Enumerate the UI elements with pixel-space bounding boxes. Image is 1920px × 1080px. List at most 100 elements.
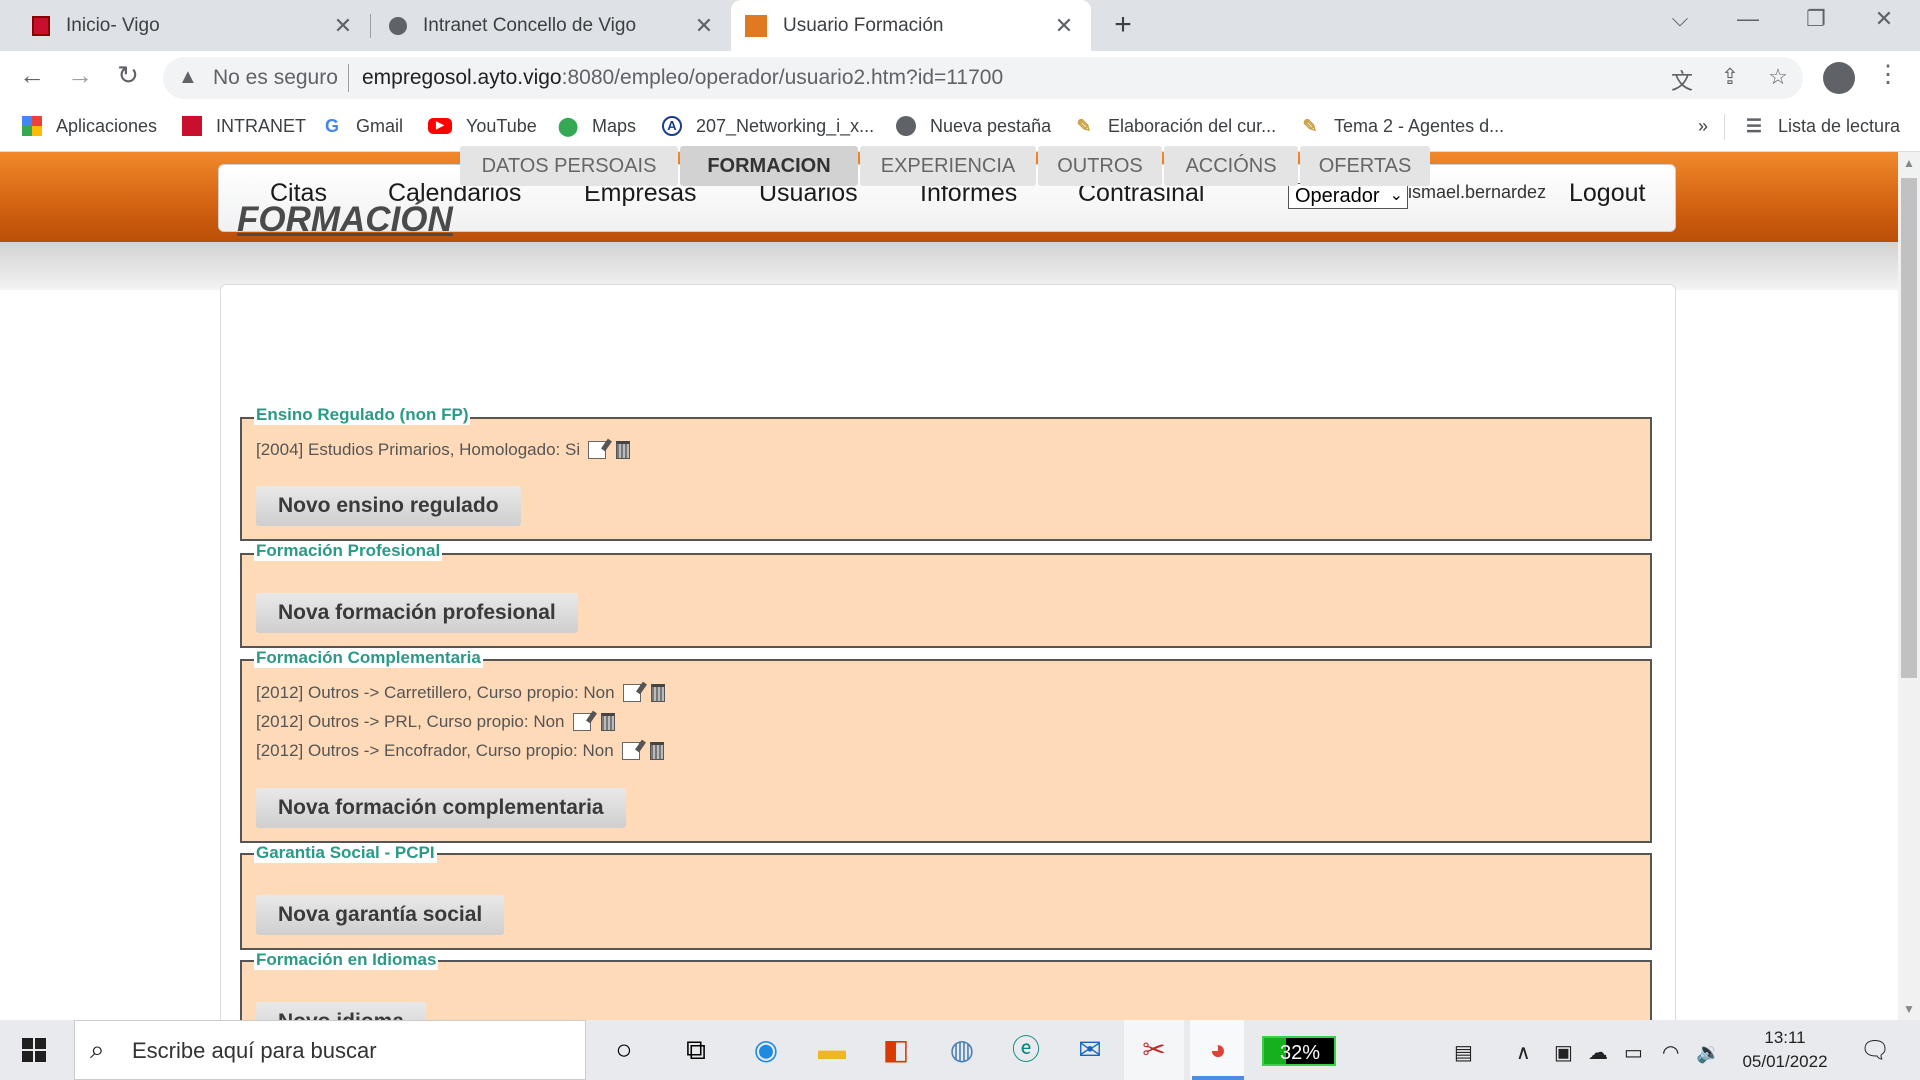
bookmark-star-icon[interactable]: ☆ xyxy=(1763,64,1793,90)
subtab-datos-persoais[interactable]: DATOS PERSOAIS xyxy=(460,146,678,186)
scrollbar-thumb[interactable] xyxy=(1901,178,1917,678)
bookmarks-overflow[interactable]: » xyxy=(1698,114,1708,138)
chevron-up-icon[interactable]: ∧ xyxy=(1516,1040,1531,1065)
url-separator xyxy=(348,64,349,92)
logout-link[interactable]: Logout xyxy=(1569,179,1645,208)
chrome-icon[interactable]: ◕ xyxy=(1198,1032,1238,1068)
pen-icon: ✎ xyxy=(1302,116,1318,136)
subtab-formacion[interactable]: FORMACION xyxy=(680,146,858,186)
edit-icon[interactable] xyxy=(588,441,607,459)
bookmark-tema2[interactable]: ✎ Tema 2 - Agentes d... xyxy=(1300,114,1504,138)
battery-percent: 32% xyxy=(1280,1042,1321,1064)
mail-icon[interactable]: ✉ xyxy=(1070,1032,1110,1068)
tab-intranet[interactable]: Intranet Concello de Vigo ✕ xyxy=(371,0,731,51)
subtab-experiencia[interactable]: EXPERIENCIA xyxy=(860,146,1036,186)
list-item: [2012] Outros -> PRL, Curso propio: Non xyxy=(256,712,615,732)
cortana-circle-icon[interactable]: ○ xyxy=(604,1032,644,1068)
bookmark-label: 207_Networking_i_x... xyxy=(696,115,875,136)
search-icon: ⌕ xyxy=(90,1034,105,1064)
edit-icon[interactable] xyxy=(622,684,641,702)
edit-icon[interactable] xyxy=(621,742,640,760)
bookmark-label: Aplicaciones xyxy=(56,115,158,136)
security-label[interactable]: No es seguro xyxy=(213,66,338,90)
menu-kebab-icon[interactable]: ⋮ xyxy=(1876,60,1900,89)
snipping-tool-icon[interactable]: ✂ xyxy=(1134,1032,1174,1068)
tab-usuario-formacion[interactable]: Usuario Formación ✕ xyxy=(731,0,1091,51)
wifi-icon[interactable]: ◠ xyxy=(1662,1040,1679,1065)
task-view-icon[interactable]: ⧉ xyxy=(676,1032,716,1068)
role-select[interactable]: Operador ⌄ xyxy=(1288,183,1408,209)
share-icon[interactable]: ⇪ xyxy=(1715,64,1745,90)
scroll-up-arrow-icon[interactable]: ▲ xyxy=(1898,152,1920,174)
taskbar-clock[interactable]: 13:11 05/01/2022 xyxy=(1730,1026,1840,1074)
reading-list-icon: ☰ xyxy=(1745,116,1763,136)
bookmark-gmail[interactable]: G Gmail xyxy=(322,114,403,138)
youtube-icon: ▶ xyxy=(428,118,452,134)
trash-icon[interactable] xyxy=(616,441,631,459)
item-text: [2012] Outros -> PRL, Curso propio: Non xyxy=(256,712,565,731)
bookmark-networking[interactable]: A 207_Networking_i_x... xyxy=(662,114,874,138)
window-close-icon[interactable]: ✕ xyxy=(1864,6,1904,32)
eset-e-icon[interactable]: ⓔ xyxy=(1006,1032,1046,1068)
nova-garantia-social-button[interactable]: Nova garantía social xyxy=(256,895,505,935)
maps-pin-icon: ⬤ xyxy=(558,116,579,136)
subtab-ofertas[interactable]: OFERTAS xyxy=(1300,146,1430,186)
news-widget-icon[interactable]: ▤ xyxy=(1454,1040,1473,1065)
bookmark-elaboracion[interactable]: ✎ Elaboración del cur... xyxy=(1074,114,1276,138)
office-icon[interactable]: ◧ xyxy=(876,1032,916,1068)
battery-widget[interactable]: 32% xyxy=(1262,1036,1336,1066)
nova-formacion-profesional-button[interactable]: Nova formación profesional xyxy=(256,593,578,633)
profile-avatar-icon[interactable] xyxy=(1823,62,1855,94)
section-legend: Formación Profesional xyxy=(254,541,443,561)
bookmark-intranet[interactable]: INTRANET xyxy=(182,114,306,138)
restore-icon[interactable]: ❐ xyxy=(1796,6,1836,32)
vigo-shield-icon xyxy=(32,15,50,36)
windows-start-icon[interactable] xyxy=(22,1038,46,1062)
edit-icon[interactable] xyxy=(572,713,591,731)
tab-search-icon[interactable]: ⌵ xyxy=(1660,6,1700,32)
back-arrow-icon[interactable]: ← xyxy=(15,60,49,91)
trash-icon[interactable] xyxy=(649,742,664,760)
bookmark-aplicaciones[interactable]: Aplicaciones xyxy=(22,114,157,138)
bookmark-label: Gmail xyxy=(356,115,404,136)
globe-app-icon[interactable]: ◍ xyxy=(942,1032,982,1068)
section-legend: Garantia Social - PCPI xyxy=(254,843,437,863)
file-explorer-icon[interactable]: ▬ xyxy=(812,1032,852,1068)
reading-list[interactable]: ☰ Lista de lectura xyxy=(1744,114,1900,138)
bookmark-label: Nueva pestaña xyxy=(930,115,1052,136)
volume-icon[interactable]: 🔉 xyxy=(1696,1040,1721,1065)
close-icon[interactable]: ✕ xyxy=(328,13,358,39)
bookmark-youtube[interactable]: ▶ YouTube xyxy=(428,114,537,138)
clock-date: 05/01/2022 xyxy=(1742,1052,1828,1071)
subtab-accions[interactable]: ACCIÓNS xyxy=(1164,146,1298,186)
section-legend: Formación en Idiomas xyxy=(254,950,439,970)
warning-triangle-icon[interactable]: ▲ xyxy=(178,66,198,89)
bookmark-maps[interactable]: ⬤ Maps xyxy=(558,114,636,138)
new-tab-button[interactable]: + xyxy=(1106,8,1140,42)
translate-icon[interactable]: 文 xyxy=(1667,64,1697,96)
onedrive-cloud-icon[interactable]: ☁ xyxy=(1588,1040,1608,1065)
bookmark-nueva-pestana[interactable]: Nueva pestaña xyxy=(896,114,1051,138)
scroll-down-arrow-icon[interactable]: ▼ xyxy=(1898,998,1920,1020)
tab-inicio-vigo[interactable]: Inicio- Vigo ✕ xyxy=(0,0,370,51)
trash-icon[interactable] xyxy=(600,713,615,731)
section-formacion-idiomas xyxy=(240,960,1652,1020)
close-icon[interactable]: ✕ xyxy=(1049,13,1079,39)
forward-arrow-icon[interactable]: → xyxy=(63,60,97,91)
edge-browser-icon[interactable]: ◉ xyxy=(746,1032,786,1068)
close-icon[interactable]: ✕ xyxy=(689,13,719,39)
subtab-outros[interactable]: OUTROS xyxy=(1038,146,1162,186)
nova-formacion-complementaria-button[interactable]: Nova formación complementaria xyxy=(256,788,626,828)
notification-center-icon[interactable]: 🗨 xyxy=(1860,1036,1890,1065)
novo-ensino-button[interactable]: Novo ensino regulado xyxy=(256,486,521,526)
meet-now-icon[interactable]: ▣ xyxy=(1554,1040,1573,1065)
battery-icon[interactable]: ▭ xyxy=(1624,1040,1643,1065)
novo-idioma-button[interactable]: Novo idioma xyxy=(256,1002,427,1020)
taskbar-search-placeholder[interactable]: Escribe aquí para buscar xyxy=(132,1038,377,1064)
cisco-a-icon: A xyxy=(662,116,682,136)
item-text: [2012] Outros -> Encofrador, Curso propi… xyxy=(256,741,614,760)
url-text[interactable]: empregosol.ayto.vigo:8080/empleo/operado… xyxy=(362,66,1003,90)
reload-icon[interactable]: ↻ xyxy=(111,60,145,91)
trash-icon[interactable] xyxy=(650,684,665,702)
minimize-icon[interactable]: — xyxy=(1728,6,1768,32)
